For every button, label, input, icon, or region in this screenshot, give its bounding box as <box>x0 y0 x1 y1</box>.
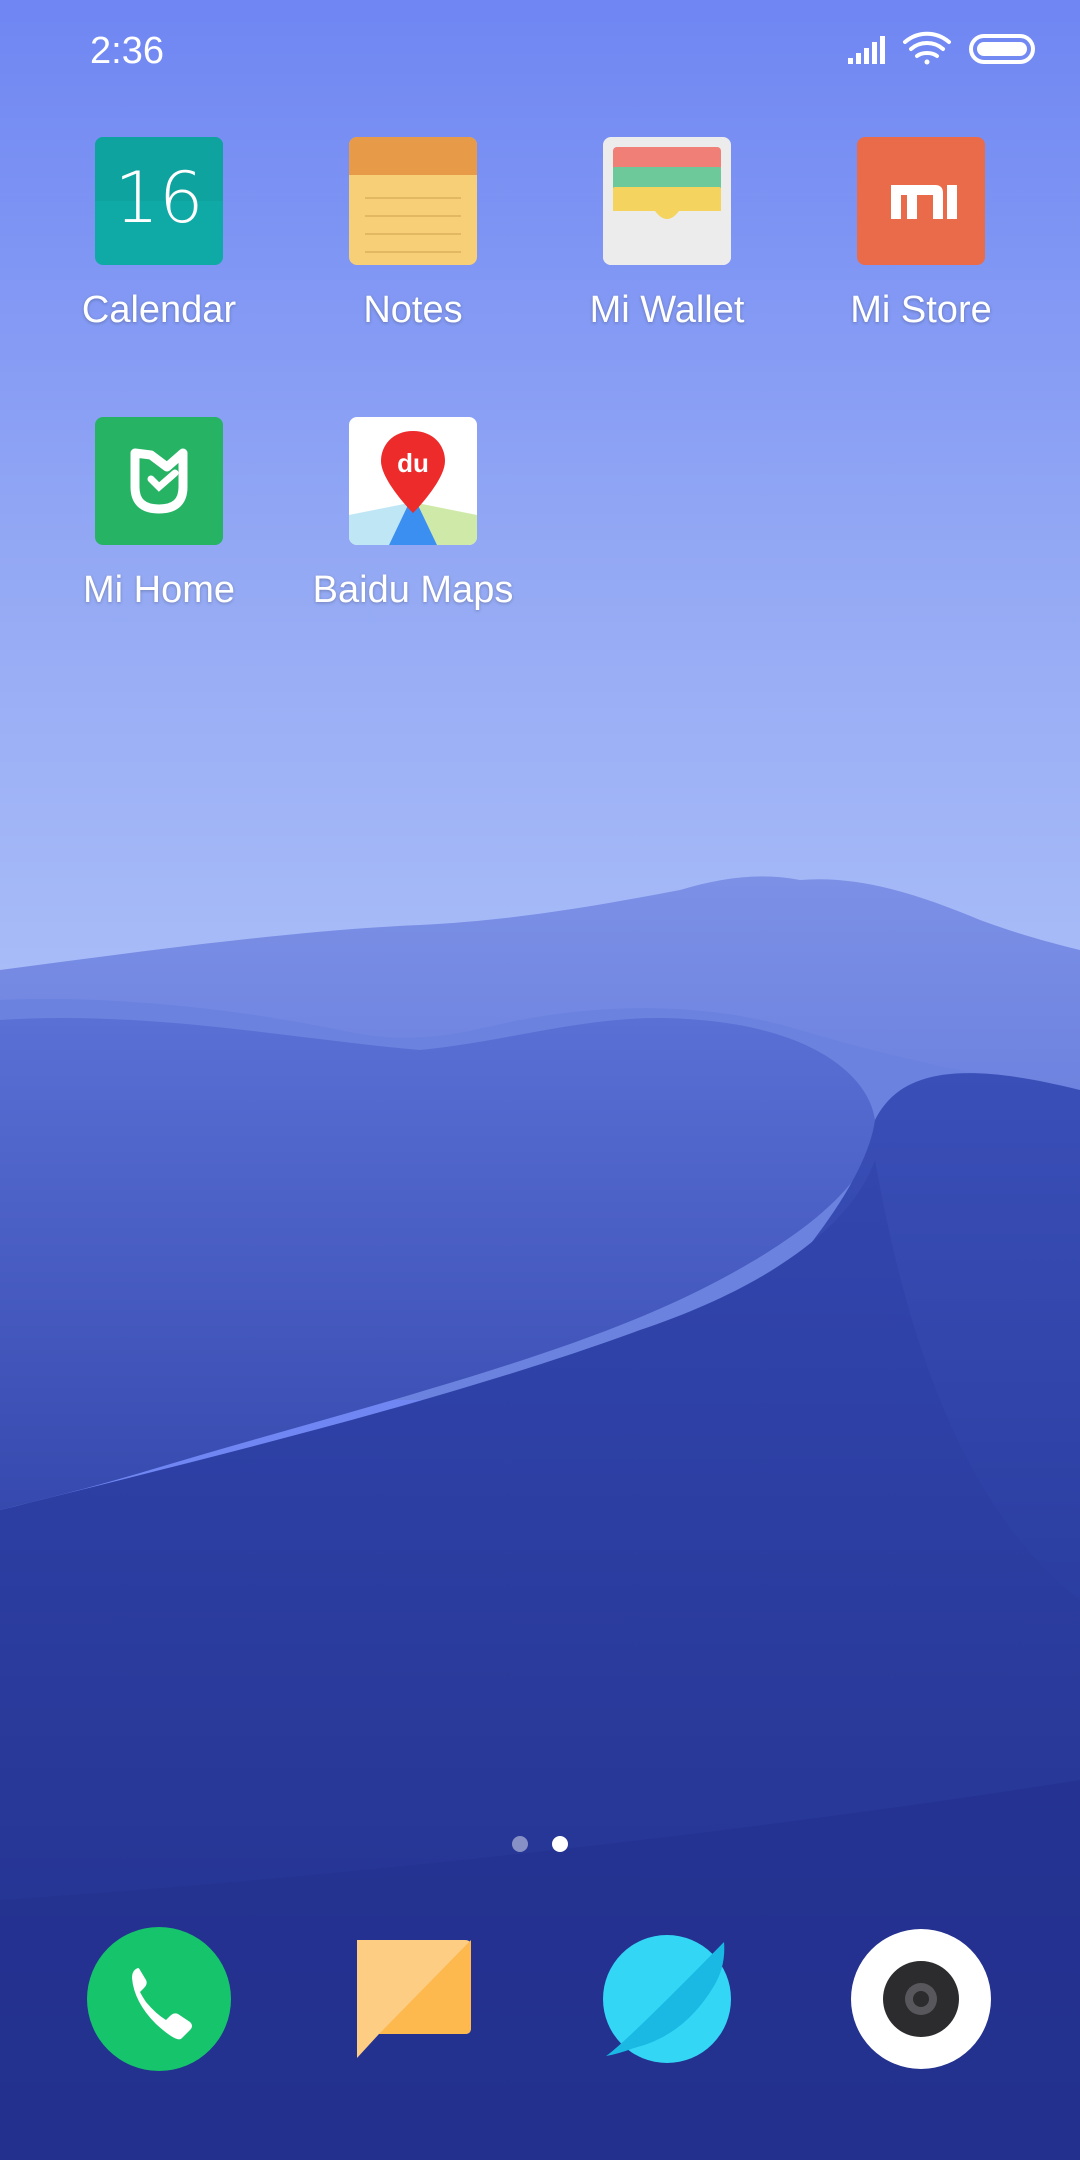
dock-browser[interactable] <box>594 1926 740 2072</box>
camera-icon <box>851 1929 991 2069</box>
status-time: 2:36 <box>90 30 164 72</box>
signal-icon <box>848 36 885 64</box>
page-dot-2-active[interactable] <box>552 1836 568 1852</box>
dock-phone[interactable] <box>86 1926 232 2072</box>
dock-camera[interactable] <box>848 1926 994 2072</box>
page-indicator[interactable] <box>0 1834 1080 1854</box>
calendar-day: 16 <box>114 157 204 239</box>
app-mi-home[interactable]: Mi Home <box>39 417 279 612</box>
dock-messages[interactable] <box>339 1926 485 2072</box>
app-label: Notes <box>363 289 463 331</box>
messages-icon <box>357 1940 471 2058</box>
app-label: Mi Wallet <box>589 289 745 331</box>
phone-icon <box>87 1927 231 2071</box>
app-notes[interactable]: Notes <box>293 137 533 332</box>
page-dot-1[interactable] <box>512 1836 528 1852</box>
baidu-logo-text: du <box>397 448 429 478</box>
browser-icon <box>603 1935 731 2063</box>
app-label: Mi Home <box>82 569 236 611</box>
app-mi-wallet[interactable]: Mi Wallet <box>547 137 787 332</box>
status-bar: 2:36 <box>0 0 1080 100</box>
baidu-maps-icon: du <box>349 417 477 545</box>
wallet-icon <box>603 137 731 265</box>
calendar-icon: 16 <box>95 137 223 265</box>
app-label: Calendar <box>81 289 237 331</box>
wifi-icon <box>903 31 951 65</box>
app-label: Baidu Maps <box>312 569 514 611</box>
battery-icon <box>969 34 1035 64</box>
app-label: Mi Store <box>850 289 992 331</box>
app-baidu-maps[interactable]: du Baidu Maps <box>293 417 533 612</box>
mi-home-icon <box>95 417 223 545</box>
notes-icon <box>349 137 477 265</box>
status-icons <box>848 28 1038 68</box>
mi-store-icon <box>857 137 985 265</box>
app-calendar[interactable]: 16 Calendar <box>39 137 279 332</box>
app-mi-store[interactable]: Mi Store <box>801 137 1041 332</box>
